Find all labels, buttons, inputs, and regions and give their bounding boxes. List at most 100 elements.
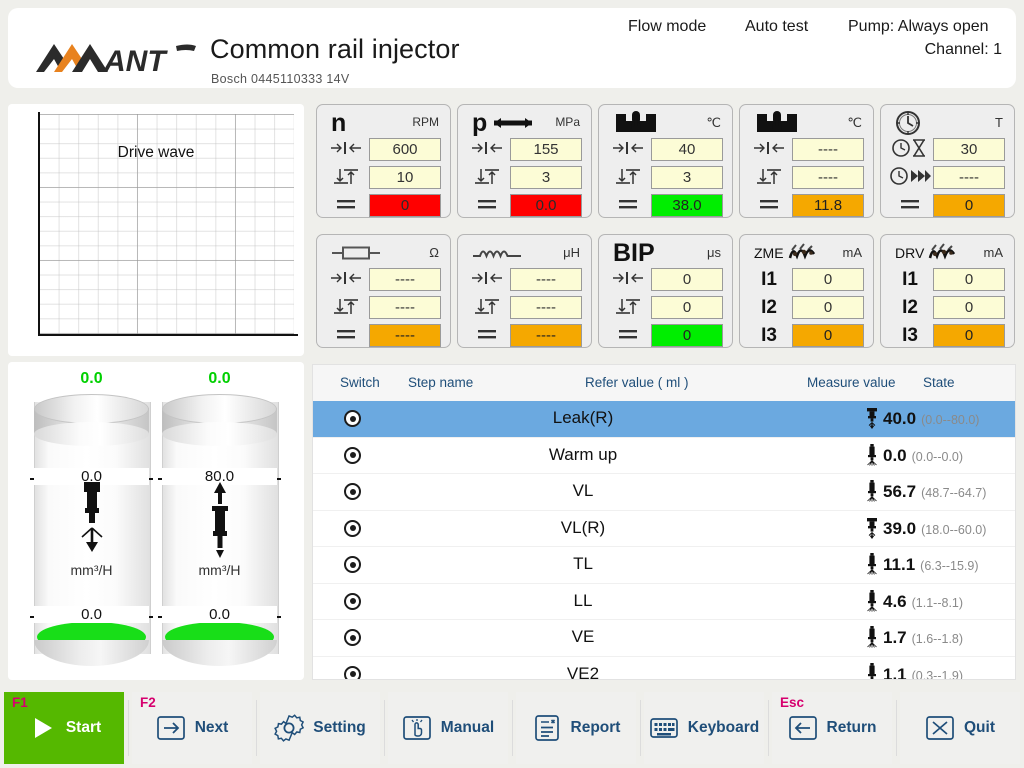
table-row[interactable]: Leak(R)40.0(0.0--80.0)-- <box>313 401 1015 438</box>
footer-divider <box>512 700 513 756</box>
arrow-right-icon <box>156 713 186 743</box>
step-switch-radio[interactable] <box>344 519 361 537</box>
gauge-value-1[interactable]: 30 <box>933 138 1005 161</box>
step-switch-radio[interactable] <box>344 665 361 679</box>
step-switch-radio[interactable] <box>344 592 361 610</box>
col-step-name: Step name <box>408 375 474 390</box>
keyboard-icon <box>649 713 679 743</box>
gauge-value-1[interactable]: 155 <box>510 138 582 161</box>
gauge-value-3[interactable]: 0 <box>369 194 441 217</box>
gauge-rpm[interactable]: n RPM 600 10 0 <box>316 104 451 218</box>
table-row[interactable]: VL56.7(48.7--64.7)-- <box>313 474 1015 511</box>
step-switch-radio[interactable] <box>344 483 361 500</box>
footer-button-return[interactable]: Esc Return <box>772 692 892 764</box>
footer-button-label: Next <box>194 719 229 736</box>
table-row[interactable]: VL(R)39.0(18.0--60.0)-- <box>313 511 1015 547</box>
auto-test-label[interactable]: Auto test <box>745 18 808 36</box>
gauge-value-1[interactable]: ---- <box>510 268 582 291</box>
col-switch: Switch <box>340 375 380 390</box>
table-row[interactable]: VE1.7(1.6--1.8)-- <box>313 620 1015 657</box>
gauge-value-2[interactable]: ---- <box>510 296 582 319</box>
gauge-head: p MPa <box>458 108 591 136</box>
step-switch-radio[interactable] <box>344 629 361 646</box>
flow-mode-label[interactable]: Flow mode <box>628 18 706 36</box>
gauge-value-2[interactable]: 0 <box>792 296 864 319</box>
footer-button-keyboard[interactable]: Keyboard <box>644 692 764 764</box>
gauge-value-3[interactable]: 0 <box>933 324 1005 347</box>
inductor-icon <box>472 245 522 261</box>
gauge-value-3[interactable]: ---- <box>369 324 441 347</box>
footer-button-label: Keyboard <box>687 719 760 736</box>
gauge-value-2[interactable]: ---- <box>792 166 864 189</box>
target-set-icon <box>329 270 363 291</box>
gauge-pressure[interactable]: p MPa 155 3 0.0 <box>457 104 592 218</box>
gauge-value-3[interactable]: 38.0 <box>651 194 723 217</box>
gauge-value-3[interactable]: 0.0 <box>510 194 582 217</box>
test-steps-table[interactable]: Switch Step name Refer value ( ml ) Meas… <box>312 364 1016 680</box>
gauge-value-1[interactable]: 0 <box>792 268 864 291</box>
cylinder-live-value: 0.0 <box>208 370 231 387</box>
gauge-time[interactable]: T 30 ---- 0 <box>880 104 1015 218</box>
gauge-row: 0 <box>881 194 1014 218</box>
gauge-value-1[interactable]: 0 <box>651 268 723 291</box>
gauge-row: ---- <box>458 324 591 348</box>
gauge-value-1[interactable]: 0 <box>933 268 1005 291</box>
footer-button-report[interactable]: Report <box>516 692 636 764</box>
gauge-head: ℃ <box>740 108 873 136</box>
refer-value-cell: 1.1 (0.3--1.9) <box>868 662 963 679</box>
refer-value-cell: 1.7 (1.6--1.8) <box>867 626 963 650</box>
footer-button-manual[interactable]: Manual <box>388 692 508 764</box>
gauge-value-1[interactable]: 600 <box>369 138 441 161</box>
table-row[interactable]: TL11.1(6.3--15.9)-- <box>313 547 1015 584</box>
gauge-value-2[interactable]: 0 <box>651 296 723 319</box>
table-row[interactable]: Warm up0.0(0.0--0.0)-- <box>313 438 1015 474</box>
gauge-bip[interactable]: BIP μs 0 0 0 <box>598 234 733 348</box>
thermometer-icon <box>754 110 800 136</box>
gauge-temperature-1[interactable]: ℃ 40 3 38.0 <box>598 104 733 218</box>
gauge-value-3[interactable]: 0 <box>933 194 1005 217</box>
gauge-value-2[interactable]: 10 <box>369 166 441 189</box>
gauge-row: ---- <box>317 268 450 292</box>
cylinder-live-value: 0.0 <box>80 370 103 387</box>
flow-cylinders-panel: 0.0 0.0 mm³/H 0.0 0.0 80.0 mm³/H 0.0 <box>8 362 304 680</box>
drive-wave-panel[interactable]: Drive wave <box>8 104 304 356</box>
current-channel-label: I3 <box>902 325 918 346</box>
table-row[interactable]: LL4.6(1.1--8.1)-- <box>313 584 1015 620</box>
gauge-value-1[interactable]: ---- <box>792 138 864 161</box>
gauge-row: I3 0 <box>881 324 1014 348</box>
function-key-hint: Esc <box>780 695 805 710</box>
footer-button-setting[interactable]: Setting <box>260 692 380 764</box>
gauge-value-3[interactable]: ---- <box>510 324 582 347</box>
gauge-inductance[interactable]: μH ---- ---- ---- <box>457 234 592 348</box>
table-row[interactable]: VE21.1(0.3--1.9)-- <box>313 657 1015 679</box>
gauge-zme[interactable]: ZME mA I1 0 I2 0 I3 0 <box>739 234 874 348</box>
gauge-value-2[interactable]: ---- <box>933 166 1005 189</box>
gauge-value-2[interactable]: 3 <box>651 166 723 189</box>
step-switch-radio[interactable] <box>344 410 361 427</box>
gauge-drv[interactable]: DRV mA I1 0 I2 0 I3 0 <box>880 234 1015 348</box>
gauge-value-2[interactable]: ---- <box>369 296 441 319</box>
cylinder-return[interactable]: 0.0 80.0 mm³/H 0.0 <box>158 370 281 666</box>
gauge-value-1[interactable]: 40 <box>651 138 723 161</box>
step-switch-radio[interactable] <box>344 446 361 464</box>
gauge-value-2[interactable]: 3 <box>510 166 582 189</box>
gauge-value-3[interactable]: 0 <box>792 324 864 347</box>
channel-label: Channel: 1 <box>924 41 1002 58</box>
gauge-row: I1 0 <box>881 268 1014 292</box>
cylinder-delivery[interactable]: 0.0 0.0 mm³/H 0.0 <box>30 370 153 666</box>
footer-button-label: Report <box>570 719 621 736</box>
gauge-value-1[interactable]: ---- <box>369 268 441 291</box>
footer-button-next[interactable]: F2 Next <box>132 692 252 764</box>
step-switch-radio[interactable] <box>344 556 361 573</box>
gauge-resistance[interactable]: Ω ---- ---- ---- <box>316 234 451 348</box>
gauge-unit: ℃ <box>706 115 721 130</box>
gauge-value-2[interactable]: 0 <box>933 296 1005 319</box>
gauge-value-3[interactable]: 11.8 <box>792 194 864 217</box>
gauge-head: n RPM <box>317 108 450 136</box>
gauge-value-3[interactable]: 0 <box>651 324 723 347</box>
gauge-temperature-2[interactable]: ℃ ---- ---- 11.8 <box>739 104 874 218</box>
gauge-row: 0 <box>317 194 450 218</box>
footer-button-quit[interactable]: Quit <box>900 692 1020 764</box>
footer-button-start[interactable]: F1 Start <box>4 692 124 764</box>
gauge-row: 40 <box>599 138 732 162</box>
